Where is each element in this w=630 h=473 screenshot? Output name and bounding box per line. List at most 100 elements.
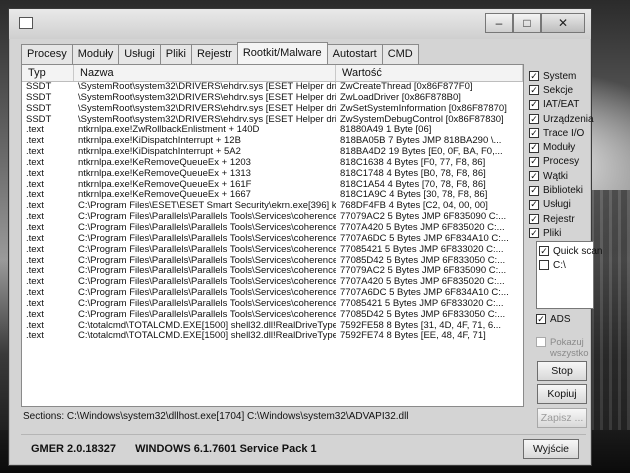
table-cell: .text bbox=[26, 331, 44, 342]
table-row[interactable]: .text ntkrnlpa.exe!KiDispatchInterrupt + … bbox=[22, 147, 523, 158]
table-cell: 768DF4FB 4 Bytes [C2, 04, 00, 00] bbox=[340, 201, 488, 212]
table-cell: 77085D42 5 Bytes JMP 6F833050 C:... bbox=[340, 255, 506, 266]
table-row[interactable]: .text C:\Program Files\Parallels\Parallel… bbox=[22, 288, 523, 299]
stop-button[interactable]: Stop bbox=[537, 361, 587, 381]
option-checkbox[interactable]: Urządzenia bbox=[529, 112, 594, 126]
table-row[interactable]: .text C:\Program Files\Parallels\Parallel… bbox=[22, 310, 523, 321]
exit-button[interactable]: Wyjście bbox=[523, 439, 579, 459]
option-checkbox[interactable]: Moduły bbox=[529, 140, 591, 154]
table-row[interactable]: .text C:\Program Files\ESET\ESET Smart Se… bbox=[22, 201, 523, 212]
option-checkbox[interactable]: Rejestr bbox=[529, 212, 591, 226]
table-cell: .text bbox=[26, 125, 44, 136]
table-cell: .text bbox=[26, 266, 44, 277]
option-checkbox[interactable]: Wątki bbox=[529, 169, 591, 183]
checkbox-icon[interactable] bbox=[529, 71, 539, 82]
tab-7[interactable]: CMD bbox=[381, 44, 419, 64]
table-row[interactable]: .text ntkrnlpa.exe!KeRemoveQueueEx + 1203… bbox=[22, 158, 523, 169]
table-row[interactable]: SSDT \SystemRoot\system32\DRIVERS\ehdrv.s… bbox=[22, 93, 523, 104]
ads-label: ADS bbox=[550, 313, 571, 325]
option-label: Procesy bbox=[543, 156, 580, 168]
tab-1[interactable]: Moduły bbox=[71, 44, 120, 64]
checkbox-icon[interactable] bbox=[536, 337, 546, 347]
option-checkbox[interactable]: Sekcje bbox=[529, 83, 591, 97]
option-checkbox[interactable]: Biblioteki bbox=[529, 183, 591, 197]
table-cell: C:\totalcmd\TOTALCMD.EXE[1500] shell32.d… bbox=[78, 331, 336, 342]
option-label: System bbox=[543, 70, 577, 82]
table-row[interactable]: .text ntkrnlpa.exe!KiDispatchInterrupt + … bbox=[22, 136, 523, 147]
checkbox-icon[interactable] bbox=[536, 314, 546, 325]
table-cell: 77085D42 5 Bytes JMP 6F833050 C:... bbox=[340, 309, 506, 320]
table-row[interactable]: .text C:\Program Files\Parallels\Parallel… bbox=[22, 212, 523, 223]
table-cell: 81880A49 1 Byte [06] bbox=[340, 125, 432, 136]
tab-0[interactable]: Procesy bbox=[21, 44, 73, 64]
version-label: GMER 2.0.18327 bbox=[31, 443, 116, 455]
checkbox-icon[interactable] bbox=[539, 260, 549, 270]
table-row[interactable]: .text C:\Program Files\Parallels\Parallel… bbox=[22, 234, 523, 245]
column-nazwa[interactable]: Nazwa bbox=[74, 65, 336, 81]
option-checkbox[interactable]: Procesy bbox=[529, 155, 591, 169]
table-cell: C:\Program Files\Parallels\Parallels Too… bbox=[78, 222, 336, 233]
table-cell: 7707A420 5 Bytes JMP 6F835020 C:... bbox=[340, 277, 505, 288]
table-row[interactable]: SSDT \SystemRoot\system32\DRIVERS\ehdrv.s… bbox=[22, 82, 523, 93]
table-row[interactable]: .text C:\Program Files\Parallels\Parallel… bbox=[22, 266, 523, 277]
show-all-checkbox[interactable]: Pokazuj wszystko bbox=[536, 337, 594, 359]
table-row[interactable]: .text C:\Program Files\Parallels\Parallel… bbox=[22, 256, 523, 267]
tab-3[interactable]: Pliki bbox=[159, 44, 192, 64]
table-row[interactable]: .text C:\Program Files\Parallels\Parallel… bbox=[22, 299, 523, 310]
option-checkbox[interactable]: IAT/EAT bbox=[529, 98, 591, 112]
tab-6[interactable]: Autostart bbox=[326, 44, 383, 64]
copy-button[interactable]: Kopiuj bbox=[537, 384, 587, 404]
table-row[interactable]: .text ntkrnlpa.exe!ZwRollbackEnlistment +… bbox=[22, 125, 523, 136]
checkbox-icon[interactable] bbox=[529, 142, 539, 153]
table-row[interactable]: SSDT \SystemRoot\system32\DRIVERS\ehdrv.s… bbox=[22, 104, 523, 115]
table-cell: .text bbox=[26, 136, 44, 147]
table-row[interactable]: .text ntkrnlpa.exe!KeRemoveQueueEx + 1313… bbox=[22, 169, 523, 180]
table-cell: 818BA05B 7 Bytes JMP 818BA290 \... bbox=[340, 136, 502, 147]
checkbox-icon[interactable] bbox=[529, 199, 539, 210]
ads-checkbox[interactable]: ADS bbox=[536, 312, 571, 326]
option-label: Rejestr bbox=[543, 213, 575, 225]
tab-4[interactable]: Rejestr bbox=[190, 44, 238, 64]
scan-target-checkbox[interactable]: C:\ bbox=[539, 258, 591, 272]
table-row[interactable]: .text ntkrnlpa.exe!KeRemoveQueueEx + 1667… bbox=[22, 190, 523, 201]
column-typ[interactable]: Typ bbox=[22, 65, 74, 81]
table-cell: 818BA4D2 19 Bytes [E0, 0F, BA, F0,... bbox=[340, 147, 503, 158]
table-cell: 77085421 5 Bytes JMP 6F833020 C:... bbox=[340, 244, 504, 255]
table-cell: C:\Program Files\Parallels\Parallels Too… bbox=[78, 212, 336, 223]
scan-target-checkbox[interactable]: Quick scan bbox=[539, 244, 602, 258]
option-label: Usługi bbox=[543, 199, 571, 211]
minimize-button[interactable]: – bbox=[485, 13, 513, 33]
checkbox-icon[interactable] bbox=[529, 171, 539, 182]
table-cell: C:\Program Files\ESET\ESET Smart Securit… bbox=[78, 201, 336, 212]
checkbox-icon[interactable] bbox=[529, 85, 539, 96]
table-cell: SSDT bbox=[26, 92, 52, 103]
table-row[interactable]: .text C:\totalcmd\TOTALCMD.EXE[1500] shel… bbox=[22, 321, 523, 332]
close-button[interactable]: ✕ bbox=[541, 13, 585, 33]
table-row[interactable]: .text C:\Program Files\Parallels\Parallel… bbox=[22, 223, 523, 234]
option-checkbox[interactable]: Pliki bbox=[529, 226, 591, 240]
maximize-button[interactable]: □ bbox=[513, 13, 541, 33]
checkbox-icon[interactable] bbox=[539, 246, 549, 256]
column-wartosc[interactable]: Wartość bbox=[336, 65, 523, 81]
table-cell: ZwLoadDriver [0x86F878B0] bbox=[340, 92, 461, 103]
table-cell: \SystemRoot\system32\DRIVERS\ehdrv.sys [… bbox=[78, 92, 336, 103]
option-checkbox[interactable]: Trace I/O bbox=[529, 126, 591, 140]
checkbox-icon[interactable] bbox=[529, 228, 539, 239]
checkbox-icon[interactable] bbox=[529, 128, 539, 139]
checkbox-icon[interactable] bbox=[529, 99, 539, 110]
table-cell: ntkrnlpa.exe!KeRemoveQueueEx + 1667 bbox=[78, 190, 251, 201]
table-row[interactable]: .text C:\totalcmd\TOTALCMD.EXE[1500] shel… bbox=[22, 331, 523, 342]
tab-5[interactable]: Rootkit/Malware bbox=[236, 42, 328, 64]
table-row[interactable]: .text ntkrnlpa.exe!KeRemoveQueueEx + 161F… bbox=[22, 180, 523, 191]
checkbox-icon[interactable] bbox=[529, 214, 539, 225]
checkbox-icon[interactable] bbox=[529, 156, 539, 167]
checkbox-icon[interactable] bbox=[529, 114, 539, 125]
table-cell: C:\totalcmd\TOTALCMD.EXE[1500] shell32.d… bbox=[78, 320, 336, 331]
table-row[interactable]: .text C:\Program Files\Parallels\Parallel… bbox=[22, 245, 523, 256]
option-checkbox[interactable]: System bbox=[529, 69, 591, 83]
table-row[interactable]: SSDT \SystemRoot\system32\DRIVERS\ehdrv.s… bbox=[22, 115, 523, 126]
checkbox-icon[interactable] bbox=[529, 185, 539, 196]
option-checkbox[interactable]: Usługi bbox=[529, 198, 591, 212]
table-row[interactable]: .text C:\Program Files\Parallels\Parallel… bbox=[22, 277, 523, 288]
tab-2[interactable]: Usługi bbox=[118, 44, 161, 64]
